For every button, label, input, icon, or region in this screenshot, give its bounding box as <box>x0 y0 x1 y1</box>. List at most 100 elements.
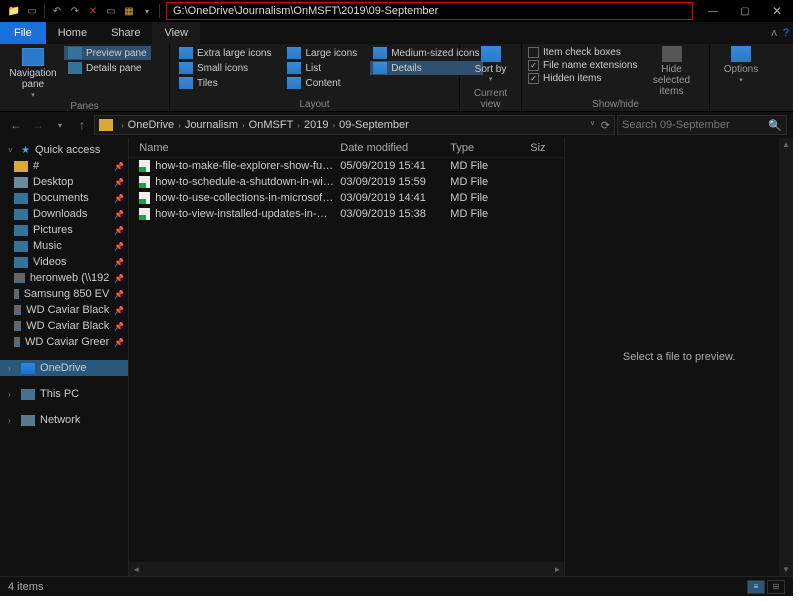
qat-dropdown-icon[interactable]: ▾ <box>139 3 155 19</box>
navigation-pane-button[interactable]: Navigation pane ▾ <box>6 46 60 101</box>
tab-file[interactable]: File <box>0 22 46 44</box>
column-size[interactable]: Siz <box>524 142 564 154</box>
file-row[interactable]: how-to-view-installed-updates-in-windo..… <box>129 206 564 222</box>
hide-selected-button[interactable]: Hide selected items <box>644 46 700 97</box>
layout-content[interactable]: Content <box>284 76 360 90</box>
file-name: how-to-use-collections-in-microsoft-ed..… <box>155 192 334 204</box>
address-dropdown-icon[interactable]: ˅ <box>590 119 595 132</box>
chevron-right-icon[interactable]: › <box>297 121 300 130</box>
sidebar-item-music[interactable]: Music📌 <box>0 238 128 254</box>
options-button[interactable]: Options ▾ <box>716 46 766 86</box>
ribbon-group-show-hide: Item check boxes ✓File name extensions ✓… <box>522 44 710 111</box>
maximize-button[interactable]: ▢ <box>729 0 761 22</box>
breadcrumb[interactable]: › OneDrive› Journalism› OnMSFT› 2019› 09… <box>94 115 615 135</box>
column-date[interactable]: Date modified <box>334 142 444 154</box>
file-icon <box>139 208 150 220</box>
layout-extra-large-icons[interactable]: Extra large icons <box>176 46 274 60</box>
label: Large icons <box>305 48 357 59</box>
chevron-right-icon[interactable]: › <box>332 121 335 130</box>
collapse-ribbon-icon[interactable]: ʌ <box>771 27 777 39</box>
help-icon[interactable]: ? <box>783 27 789 39</box>
scroll-right-icon[interactable]: ► <box>550 562 564 576</box>
sidebar-item-drive[interactable]: Samsung 850 EV📌 <box>0 286 128 302</box>
file-icon <box>139 160 150 172</box>
details-pane-button[interactable]: Details pane <box>64 61 151 75</box>
search-input[interactable]: Search 09-September 🔍 <box>617 115 787 135</box>
horizontal-scrollbar[interactable]: ◄ ► <box>129 562 564 576</box>
crumb-09-september[interactable]: 09-September <box>339 119 409 131</box>
tab-home[interactable]: Home <box>46 22 99 44</box>
sidebar-item-drive[interactable]: WD Caviar Black📌 <box>0 302 128 318</box>
column-type[interactable]: Type <box>444 142 524 154</box>
redo-icon[interactable]: ↷ <box>67 3 83 19</box>
label: Item check boxes <box>543 47 621 58</box>
preview-pane-button[interactable]: Preview pane <box>64 46 151 60</box>
crumb-onedrive[interactable]: OneDrive <box>128 119 174 131</box>
label: Small icons <box>197 63 248 74</box>
navigation-sidebar[interactable]: ˅★Quick access #📌 Desktop📌 Documents📌 Do… <box>0 138 129 576</box>
sidebar-item-drive[interactable]: WD Caviar Greer📌 <box>0 334 128 350</box>
scroll-down-icon[interactable]: ▼ <box>782 565 790 574</box>
sidebar-item-network-drive[interactable]: heronweb (\\192📌 <box>0 270 128 286</box>
chevron-right-icon[interactable]: › <box>121 121 124 130</box>
scroll-track[interactable] <box>143 562 550 576</box>
sidebar-item-videos[interactable]: Videos📌 <box>0 254 128 270</box>
layout-tiles[interactable]: Tiles <box>176 76 274 90</box>
sidebar-network[interactable]: ›Network <box>0 412 128 428</box>
preview-pane-icon <box>68 47 82 59</box>
label: Hidden items <box>543 73 601 84</box>
chevron-right-icon[interactable]: › <box>242 121 245 130</box>
up-button[interactable]: ↑ <box>72 115 92 135</box>
sidebar-quick-access[interactable]: ˅★Quick access <box>0 142 128 158</box>
scroll-up-icon[interactable]: ▲ <box>782 140 790 149</box>
vertical-scrollbar[interactable]: ▲ ▼ <box>779 138 793 576</box>
file-name-extensions-toggle[interactable]: ✓File name extensions <box>528 59 638 72</box>
refresh-icon[interactable]: ⟳ <box>601 119 610 132</box>
sidebar-item-downloads[interactable]: Downloads📌 <box>0 206 128 222</box>
crumb-onmsft[interactable]: OnMSFT <box>249 119 294 131</box>
ribbon-controls: ʌ ? <box>771 22 789 44</box>
recent-dropdown[interactable]: ▾ <box>50 115 70 135</box>
label: Details <box>391 63 422 74</box>
hidden-items-toggle[interactable]: ✓Hidden items <box>528 72 638 85</box>
column-name[interactable]: Name <box>129 142 334 154</box>
crumb-journalism[interactable]: Journalism <box>185 119 238 131</box>
file-row[interactable]: how-to-schedule-a-shutdown-in-windo... 0… <box>129 174 564 190</box>
sort-by-button[interactable]: Sort by ▾ <box>471 46 511 83</box>
chevron-right-icon[interactable]: › <box>178 121 181 130</box>
layout-small-icons[interactable]: Small icons <box>176 61 274 75</box>
details-view-button[interactable]: ≡ <box>747 580 765 594</box>
back-button[interactable]: ← <box>6 115 26 135</box>
forward-button[interactable]: → <box>28 115 48 135</box>
close-button[interactable]: ✕ <box>761 0 793 22</box>
item-check-boxes-toggle[interactable]: Item check boxes <box>528 46 638 59</box>
tab-view[interactable]: View <box>152 22 200 44</box>
sidebar-item-pictures[interactable]: Pictures📌 <box>0 222 128 238</box>
rename-icon[interactable]: ▭ <box>103 3 119 19</box>
scroll-left-icon[interactable]: ◄ <box>129 562 143 576</box>
crumb-2019[interactable]: 2019 <box>304 119 328 131</box>
minimize-button[interactable]: ― <box>697 0 729 22</box>
sidebar-item[interactable]: #📌 <box>0 158 128 174</box>
layout-list[interactable]: List <box>284 61 360 75</box>
pin-icon: 📌 <box>114 306 124 315</box>
file-row[interactable]: how-to-make-file-explorer-show-full-pa..… <box>129 158 564 174</box>
thumbnails-view-button[interactable]: ⊞ <box>767 580 785 594</box>
layout-large-icons[interactable]: Large icons <box>284 46 360 60</box>
tab-share[interactable]: Share <box>99 22 152 44</box>
sidebar-this-pc[interactable]: ›This PC <box>0 386 128 402</box>
file-rows[interactable]: how-to-make-file-explorer-show-full-pa..… <box>129 158 564 562</box>
delete-icon[interactable]: ✕ <box>85 3 101 19</box>
sidebar-onedrive[interactable]: ›OneDrive <box>0 360 128 376</box>
file-row[interactable]: how-to-use-collections-in-microsoft-ed..… <box>129 190 564 206</box>
label: Network <box>40 414 80 426</box>
title-path-input[interactable] <box>166 2 693 20</box>
undo-icon[interactable]: ↶ <box>49 3 65 19</box>
sidebar-item-drive[interactable]: WD Caviar Black📌 <box>0 318 128 334</box>
sidebar-item-desktop[interactable]: Desktop📌 <box>0 174 128 190</box>
label: This PC <box>40 388 79 400</box>
properties-icon[interactable]: ▭ <box>24 3 40 19</box>
group-label: Current view <box>466 88 515 111</box>
sidebar-item-documents[interactable]: Documents📌 <box>0 190 128 206</box>
new-folder-icon[interactable]: ▦ <box>121 3 137 19</box>
